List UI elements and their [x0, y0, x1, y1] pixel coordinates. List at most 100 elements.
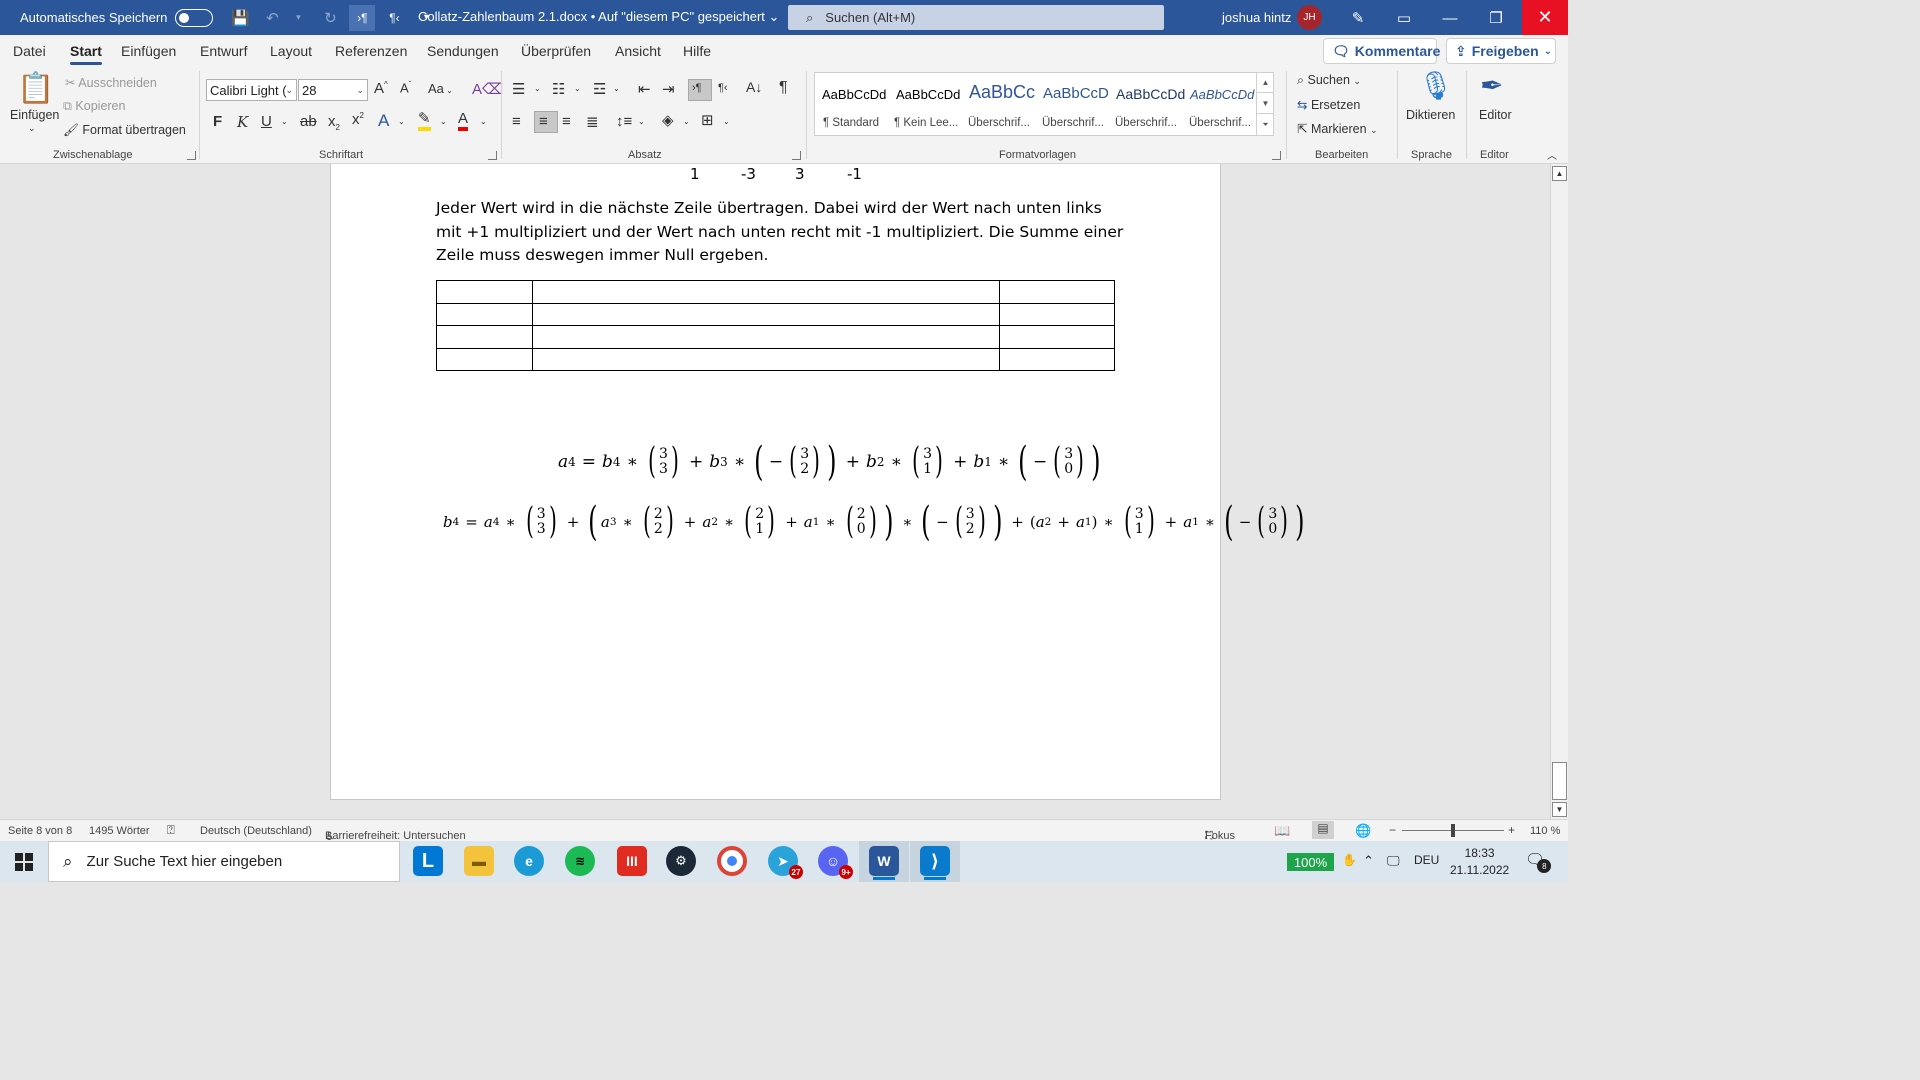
vscode-icon[interactable]: ⟩	[920, 846, 950, 880]
select-button[interactable]: ⇱ Markieren ⌄	[1297, 121, 1378, 136]
change-case-button[interactable]: Aa ⌄	[428, 81, 453, 96]
telegram-icon[interactable]: ➤ 27	[768, 846, 803, 879]
page-count[interactable]: Seite 8 von 8	[8, 825, 72, 837]
chevron-down-icon[interactable]: ⌄	[638, 117, 645, 126]
close-icon[interactable]: ✕	[1522, 0, 1568, 35]
underline-button[interactable]: U	[261, 113, 272, 130]
align-left-icon[interactable]: ≡	[512, 113, 521, 130]
read-mode-icon[interactable]: 📖	[1274, 823, 1290, 839]
search-box[interactable]: ⌕ Suchen (Alt+M)	[788, 5, 1164, 30]
steam-icon[interactable]: ⚙	[666, 846, 696, 876]
rtl-paragraph-icon[interactable]: ¶‹	[381, 5, 407, 31]
dictate-button[interactable]: Diktieren	[1406, 108, 1455, 122]
superscript-button[interactable]: x2	[352, 111, 364, 128]
bullets-icon[interactable]: ☰	[512, 80, 525, 98]
web-layout-icon[interactable]: 🌐	[1355, 823, 1371, 839]
editor-pen-icon[interactable]: ✒	[1480, 69, 1503, 102]
italic-button[interactable]: K	[237, 113, 248, 131]
zoom-level[interactable]: 110 %	[1530, 825, 1560, 837]
table-cell[interactable]	[436, 347, 533, 371]
expand-gallery-icon[interactable]: ⏷	[1257, 114, 1274, 135]
chevron-down-icon[interactable]: ⌄	[440, 117, 447, 126]
body-paragraph[interactable]: Jeder Wert wird in die nächste Zeile übe…	[436, 197, 1126, 268]
collapse-ribbon-icon[interactable]: ︿	[1547, 147, 1557, 162]
table-cell[interactable]	[532, 302, 1000, 326]
chrome-icon[interactable]	[717, 846, 747, 876]
clock[interactable]: 18:33 21.11.2022	[1450, 845, 1509, 879]
table-cell[interactable]	[999, 280, 1115, 304]
tab-entwurf[interactable]: Entwurf	[200, 43, 247, 59]
align-right-icon[interactable]: ≡	[562, 113, 571, 130]
clipboard-launcher-icon[interactable]	[187, 151, 196, 160]
taskbar-search[interactable]: ⌕ Zur Suche Text hier eingeben	[48, 841, 400, 882]
tab-layout[interactable]: Layout	[270, 43, 312, 59]
font-color-icon[interactable]: A	[458, 111, 469, 131]
chevron-down-icon[interactable]: ▼	[1257, 93, 1274, 114]
bold-button[interactable]: F	[213, 113, 222, 130]
chevron-down-icon[interactable]: ⌄	[574, 84, 581, 93]
style-name-heading4[interactable]: Überschrif...	[1189, 117, 1251, 129]
chevron-up-icon[interactable]: ▲	[1257, 72, 1274, 93]
rtl-paragraph-icon[interactable]: ¶‹	[718, 82, 728, 94]
chevron-down-icon[interactable]: ⌄	[534, 84, 541, 93]
find-button[interactable]: ⌕ Suchen ⌄	[1297, 73, 1361, 88]
grow-font-icon[interactable]: A^	[374, 80, 388, 97]
chevron-down-icon[interactable]: ⌄	[683, 117, 690, 126]
style-sample-standard[interactable]: AaBbCcDd	[822, 87, 886, 102]
table-cell[interactable]	[532, 280, 1000, 304]
windows-start-icon[interactable]	[15, 853, 33, 871]
table-cell[interactable]	[436, 325, 533, 349]
font-name-combo[interactable]: Calibri Light (⌄	[206, 79, 297, 101]
style-name-heading2[interactable]: Überschrif...	[1042, 117, 1104, 129]
chevron-down-icon[interactable]: ⌄	[723, 117, 730, 126]
tab-datei[interactable]: Datei	[13, 43, 46, 59]
notifications-icon[interactable]: 🗨 8	[1525, 850, 1552, 873]
chevron-down-icon[interactable]: ⌄	[281, 117, 288, 126]
document-table[interactable]	[436, 280, 1115, 371]
tab-ansicht[interactable]: Ansicht	[615, 43, 661, 59]
style-name-no-spacing[interactable]: ¶ Kein Lee...	[894, 117, 958, 129]
tab-hilfe[interactable]: Hilfe	[683, 43, 711, 59]
style-name-standard[interactable]: ¶ Standard	[823, 117, 879, 129]
tab-referenzen[interactable]: Referenzen	[335, 43, 407, 59]
paste-button[interactable]: Einfügen	[10, 108, 59, 122]
ltr-paragraph-icon[interactable]: ›¶	[349, 4, 376, 31]
format-painter-button[interactable]: 🖌 Format übertragen	[63, 123, 186, 138]
display-icon[interactable]: 🖵	[1387, 853, 1400, 869]
sort-icon[interactable]: A↓	[746, 79, 762, 95]
chevron-down-icon[interactable]: ⌄	[613, 84, 620, 93]
zoom-out-icon[interactable]: −	[1389, 823, 1396, 837]
user-name[interactable]: joshua hintz	[1222, 10, 1291, 25]
chevron-down-icon[interactable]: ⌄	[480, 117, 487, 126]
shading-icon[interactable]: ◈	[662, 111, 674, 129]
styles-launcher-icon[interactable]	[1272, 151, 1281, 160]
tab-sendungen[interactable]: Sendungen	[427, 43, 499, 59]
replace-button[interactable]: ⇆ Ersetzen	[1297, 97, 1360, 112]
font-size-combo[interactable]: 28 ⌄	[298, 79, 368, 101]
font-launcher-icon[interactable]	[488, 151, 497, 160]
zoom-slider-thumb[interactable]	[1451, 824, 1455, 837]
minimize-icon[interactable]: —	[1437, 6, 1463, 30]
word-icon[interactable]: W	[869, 846, 899, 880]
table-cell[interactable]	[436, 302, 533, 326]
vertical-scrollbar[interactable]: ▲ ▼	[1550, 164, 1568, 819]
increase-indent-icon[interactable]: ⇥	[662, 80, 675, 98]
copy-button[interactable]: ⧉ Kopieren	[63, 99, 125, 114]
zoom-in-icon[interactable]: +	[1508, 823, 1515, 837]
numbering-icon[interactable]: ☷	[552, 80, 565, 98]
equation-a4[interactable]: a 4 = b 4 ∗ (3 3) + b 3 ∗ (− (3 2) ) + b 2 ∗ (3 1) + b 1…	[558, 442, 1104, 482]
table-cell[interactable]	[532, 325, 1000, 349]
style-sample-no-spacing[interactable]: AaBbCcDd	[896, 87, 960, 102]
proofing-icon[interactable]: ⍰	[167, 822, 175, 838]
save-icon[interactable]: 💾	[227, 5, 253, 31]
strikethrough-button[interactable]: ab	[300, 113, 317, 130]
table-cell[interactable]	[532, 347, 1000, 371]
clear-formatting-icon[interactable]: A⌫	[472, 80, 503, 98]
show-marks-icon[interactable]: ¶	[779, 79, 788, 97]
microphone-icon[interactable]: 🎙	[1418, 69, 1454, 102]
editor-button[interactable]: Editor	[1479, 108, 1512, 122]
equation-b4[interactable]: b 4 = a 4 ∗ (3 3) +(a 3 ∗ (2 2) + a 2 ∗ (2 1) + a 1 ∗ (2…	[443, 502, 1308, 542]
hand-icon[interactable]: ✋	[1342, 853, 1357, 867]
shrink-font-icon[interactable]: Aˇ	[400, 80, 411, 95]
language-status[interactable]: Deutsch (Deutschland)	[200, 825, 312, 837]
